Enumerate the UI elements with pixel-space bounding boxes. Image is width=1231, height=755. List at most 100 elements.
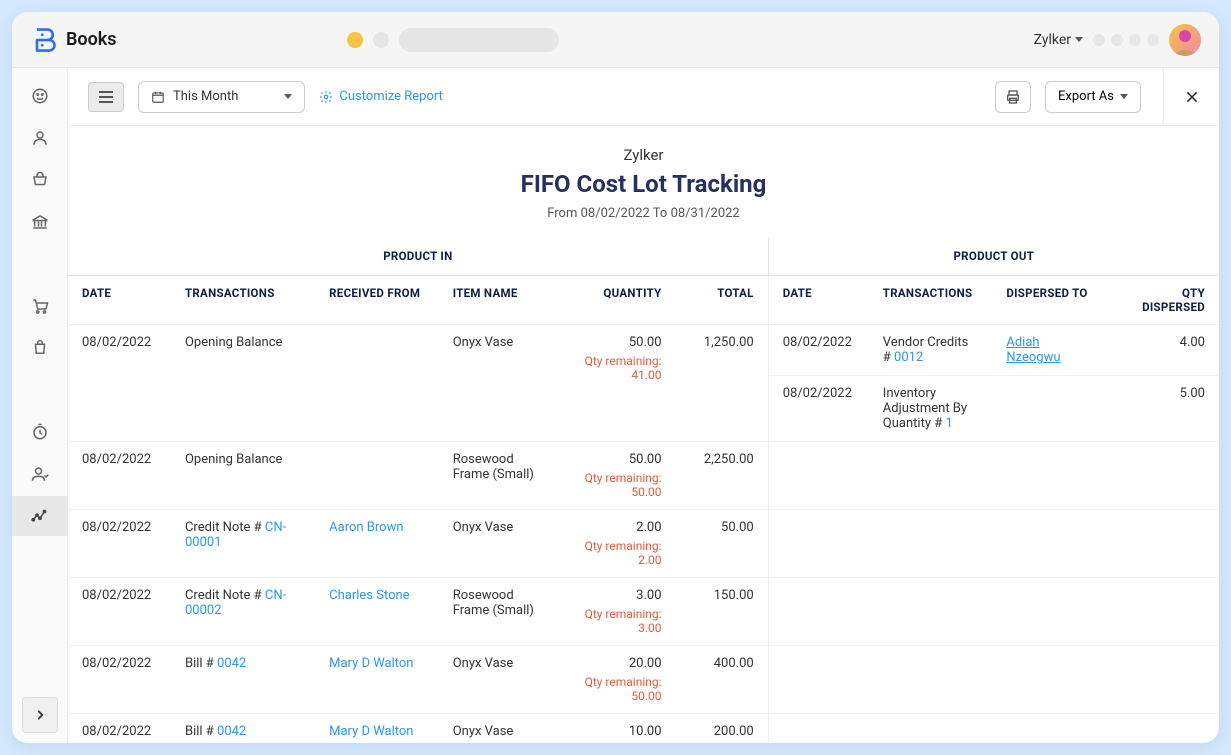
- org-switcher[interactable]: Zylker: [1034, 32, 1083, 48]
- sales-icon[interactable]: [30, 296, 50, 316]
- menu-button[interactable]: [88, 82, 124, 112]
- transaction-link[interactable]: 1: [945, 416, 952, 431]
- cell-dispersed-to: [992, 376, 1105, 442]
- cell-date: 08/02/2022: [68, 578, 171, 646]
- qty-remaining: Qty remaining: 3.00: [576, 607, 661, 635]
- cell-out-transaction: Inventory Adjustment By Quantity # 1: [869, 376, 993, 442]
- table-row: 08/02/2022Credit Note # CN-00001 Aaron Br…: [68, 510, 1219, 578]
- logo[interactable]: Books: [30, 26, 117, 54]
- contacts-icon[interactable]: [30, 128, 50, 148]
- transaction-link[interactable]: 0042: [217, 656, 246, 671]
- cell-date: 08/02/2022: [68, 442, 171, 510]
- cell-date: 08/02/2022: [68, 510, 171, 578]
- customize-label: Customize Report: [339, 89, 443, 104]
- cell-qty-dispersed: 4.00: [1106, 325, 1219, 376]
- cell-qty: 3.00Qty remaining: 3.00: [562, 578, 675, 646]
- col-item-name[interactable]: ITEM NAME: [439, 276, 563, 325]
- contact-link[interactable]: Mary D Walton: [329, 656, 413, 671]
- contact-link[interactable]: Mary D Walton: [329, 724, 413, 739]
- cell-transaction: Credit Note # CN-00001: [171, 510, 315, 578]
- close-button[interactable]: [1163, 68, 1219, 126]
- print-button[interactable]: [995, 81, 1031, 113]
- qty-remaining: Qty remaining: 50.00: [576, 471, 661, 499]
- report-table: PRODUCT IN PRODUCT OUT DATE TRANSACTIONS…: [68, 237, 1219, 743]
- contact-link[interactable]: Aaron Brown: [329, 520, 403, 535]
- user-avatar[interactable]: [1169, 24, 1201, 56]
- items-icon[interactable]: [30, 170, 50, 190]
- app-window: Books Zylker: [12, 12, 1219, 743]
- purchases-icon[interactable]: [30, 338, 50, 358]
- cell-total: 200.00: [676, 714, 769, 744]
- cell-item: Onyx Vase: [439, 325, 563, 442]
- export-button[interactable]: Export As: [1045, 81, 1141, 113]
- contact-link[interactable]: Adiah Nzeogwu: [1006, 335, 1060, 365]
- contact-link[interactable]: Charles Stone: [329, 588, 409, 603]
- print-icon: [1005, 89, 1021, 105]
- customize-report-link[interactable]: Customize Report: [319, 89, 443, 104]
- cell-transaction: Credit Note # CN-00002: [171, 578, 315, 646]
- col-transactions[interactable]: TRANSACTIONS: [171, 276, 315, 325]
- cell-transaction: Opening Balance: [171, 325, 315, 442]
- cell-qty: 50.00Qty remaining: 50.00: [562, 442, 675, 510]
- org-name-label: Zylker: [1034, 32, 1071, 48]
- report-title: FIFO Cost Lot Tracking: [68, 170, 1219, 198]
- col-quantity[interactable]: QUANTITY: [562, 276, 675, 325]
- cell-item: Rosewood Frame (Small): [439, 578, 563, 646]
- dot-indicator: [1147, 34, 1159, 46]
- cell-transaction: Bill # 0042: [171, 714, 315, 744]
- dot-indicator: [1093, 34, 1105, 46]
- header-center-placeholder: [347, 28, 559, 52]
- time-tracking-icon[interactable]: [30, 422, 50, 442]
- search-placeholder[interactable]: [399, 28, 559, 52]
- cell-out-date: 08/02/2022: [768, 376, 869, 442]
- calendar-icon: [151, 90, 165, 104]
- app-body: This Month Customize Report Export As: [12, 68, 1219, 743]
- books-logo-icon: [30, 26, 58, 54]
- reports-icon[interactable]: [12, 496, 68, 536]
- cell-item: Onyx Vase: [439, 714, 563, 744]
- group-product-in: PRODUCT IN: [68, 237, 768, 276]
- table-row: 08/02/2022Bill # 0042Mary D WaltonOnyx V…: [68, 646, 1219, 714]
- cell-total: 1,250.00: [676, 325, 769, 442]
- caret-down-icon: [1075, 37, 1083, 42]
- cell-total: 400.00: [676, 646, 769, 714]
- accountant-icon[interactable]: [30, 464, 50, 484]
- close-icon: [1184, 89, 1200, 105]
- header-right: Zylker: [1034, 24, 1201, 56]
- col-received-from[interactable]: RECEIVED FROM: [315, 276, 439, 325]
- caret-down-icon: [284, 94, 292, 99]
- period-label: This Month: [173, 89, 238, 104]
- col-date[interactable]: DATE: [68, 276, 171, 325]
- table-row: 08/02/2022Bill # 0042 Mary D Walton Onyx V…: [68, 714, 1219, 744]
- report-table-scroll[interactable]: PRODUCT IN PRODUCT OUT DATE TRANSACTIONS…: [68, 237, 1219, 743]
- cell-qty: 50.00Qty remaining: 41.00: [562, 325, 675, 442]
- cell-received-from: [315, 442, 439, 510]
- col-total[interactable]: TOTAL: [676, 276, 769, 325]
- col-out-date[interactable]: DATE: [768, 276, 869, 325]
- cell-date: 08/02/2022: [68, 325, 171, 442]
- col-dispersed-to[interactable]: DISPERSED TO: [992, 276, 1105, 325]
- col-qty-dispersed[interactable]: QTY DISPERSED: [1106, 276, 1219, 325]
- banking-icon[interactable]: [30, 212, 50, 232]
- report-header: Zylker FIFO Cost Lot Tracking From 08/02…: [68, 126, 1219, 237]
- transaction-link[interactable]: 0012: [894, 350, 923, 365]
- dashboard-icon[interactable]: [30, 86, 50, 106]
- cell-received-from: [315, 325, 439, 442]
- cell-date: 08/02/2022: [68, 646, 171, 714]
- cell-total: 50.00: [676, 510, 769, 578]
- cell-qty: 10.00Qty remaining: 10.00: [562, 714, 675, 744]
- cell-qty: 2.00Qty remaining: 2.00: [562, 510, 675, 578]
- sidebar-expand-button[interactable]: [22, 697, 58, 733]
- report-period: From 08/02/2022 To 08/31/2022: [68, 206, 1219, 221]
- transaction-link[interactable]: CN-00001: [185, 520, 286, 550]
- cell-received-from: Mary D Walton: [315, 646, 439, 714]
- dot-indicator: [1129, 34, 1141, 46]
- transaction-link[interactable]: 0042: [217, 724, 246, 739]
- col-out-transactions[interactable]: TRANSACTIONS: [869, 276, 993, 325]
- transaction-link[interactable]: CN-00002: [185, 588, 286, 618]
- cell-date: 08/02/2022: [68, 714, 171, 744]
- period-selector[interactable]: This Month: [138, 81, 305, 113]
- cell-dispersed-to: Adiah Nzeogwu: [992, 325, 1105, 376]
- table-row: 08/02/2022Opening BalanceRosewood Frame …: [68, 442, 1219, 510]
- app-name: Books: [66, 29, 117, 50]
